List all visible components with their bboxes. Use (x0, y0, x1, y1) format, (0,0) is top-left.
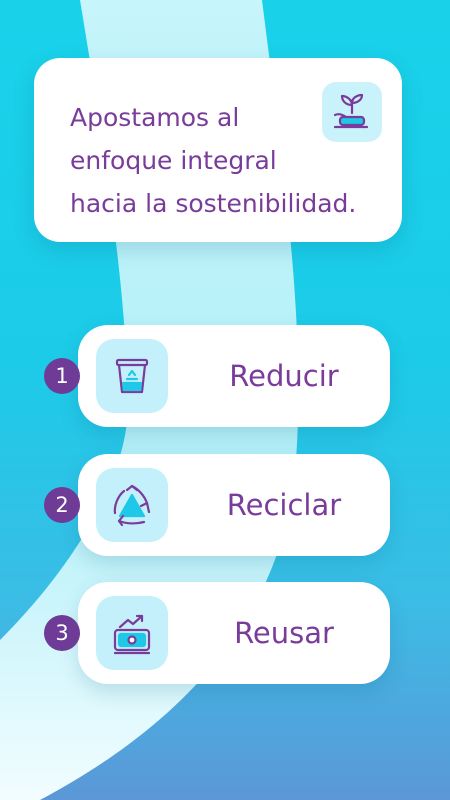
plant-hand-icon (333, 93, 369, 129)
plant-badge (322, 82, 382, 142)
list-item-reciclar[interactable]: Reciclar 2 (44, 454, 394, 556)
item-icon-box (96, 339, 168, 413)
item-number-badge: 2 (44, 487, 80, 523)
trash-bin-icon (115, 358, 149, 394)
money-growth-icon (113, 614, 151, 655)
intro-line-1: Apostamos al (70, 103, 240, 132)
list-item-reusar[interactable]: Reusar 3 (44, 582, 394, 684)
recycle-icon (113, 484, 151, 527)
item-label: Reducir (229, 359, 339, 393)
intro-card: Apostamos al enfoque integral hacia la s… (34, 58, 402, 242)
item-card[interactable]: Reciclar (78, 454, 390, 556)
item-label: Reusar (234, 616, 334, 650)
list-item-reducir[interactable]: Reducir 1 (44, 325, 394, 427)
intro-line-2: enfoque integral (70, 146, 277, 175)
intro-line-3: hacia la sostenibilidad. (70, 189, 357, 218)
item-number-badge: 1 (44, 358, 80, 394)
item-number-badge: 3 (44, 615, 80, 651)
item-card[interactable]: Reusar (78, 582, 390, 684)
item-icon-box (96, 596, 168, 670)
item-icon-box (96, 468, 168, 542)
item-card[interactable]: Reducir (78, 325, 390, 427)
item-label: Reciclar (226, 488, 342, 522)
